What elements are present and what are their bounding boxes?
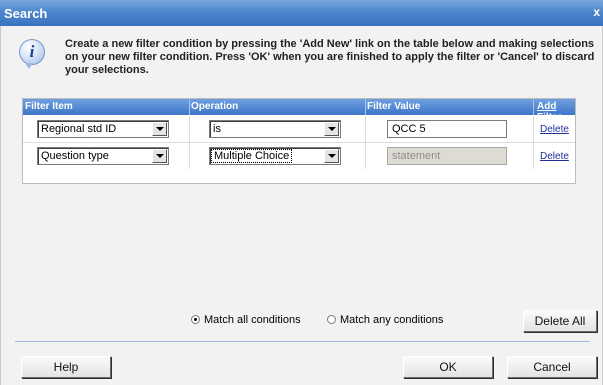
close-icon[interactable]: x <box>593 5 600 19</box>
filter-item-select[interactable]: Regional std ID <box>37 120 169 138</box>
chevron-down-icon[interactable] <box>324 149 339 163</box>
ok-button[interactable]: OK <box>403 356 493 378</box>
table-header: Filter Item Operation Filter Value Add F… <box>23 99 575 123</box>
col-filter-item: Filter Item <box>25 101 73 112</box>
divider <box>15 341 590 342</box>
match-any-option[interactable]: Match any conditions <box>327 314 443 326</box>
cancel-button[interactable]: Cancel <box>507 356 597 378</box>
title-bar: Search x <box>0 0 603 26</box>
help-button[interactable]: Help <box>21 356 111 378</box>
table-row: Question type Multiple Choice statement … <box>23 142 575 169</box>
filter-item-select[interactable]: Question type <box>37 147 169 165</box>
delete-link[interactable]: Delete <box>540 124 569 135</box>
instructions-text: Create a new filter condition by pressin… <box>65 38 595 76</box>
search-dialog: i Create a new filter condition by press… <box>0 26 603 385</box>
match-all-option[interactable]: Match all conditions <box>191 314 301 326</box>
filter-value-input: statement <box>387 147 507 165</box>
chevron-down-icon[interactable] <box>152 122 167 136</box>
table-row: Regional std ID is QCC 5 Delete <box>23 116 575 142</box>
delete-link[interactable]: Delete <box>540 151 569 162</box>
chevron-down-icon[interactable] <box>324 122 339 136</box>
chevron-down-icon[interactable] <box>152 149 167 163</box>
col-operation: Operation <box>191 101 239 112</box>
delete-all-button[interactable]: Delete All <box>523 310 597 332</box>
operation-select[interactable]: Multiple Choice <box>209 147 341 165</box>
info-icon: i <box>19 39 45 69</box>
filter-table: Filter Item Operation Filter Value Add F… <box>22 98 576 184</box>
filter-value-input[interactable]: QCC 5 <box>387 120 507 138</box>
radio-match-all[interactable] <box>191 315 200 324</box>
radio-match-any[interactable] <box>327 315 336 324</box>
col-filter-value: Filter Value <box>367 101 421 112</box>
match-any-label: Match any conditions <box>340 314 444 326</box>
match-all-label: Match all conditions <box>204 314 301 326</box>
operation-select[interactable]: is <box>209 120 341 138</box>
window-title: Search <box>4 6 48 21</box>
